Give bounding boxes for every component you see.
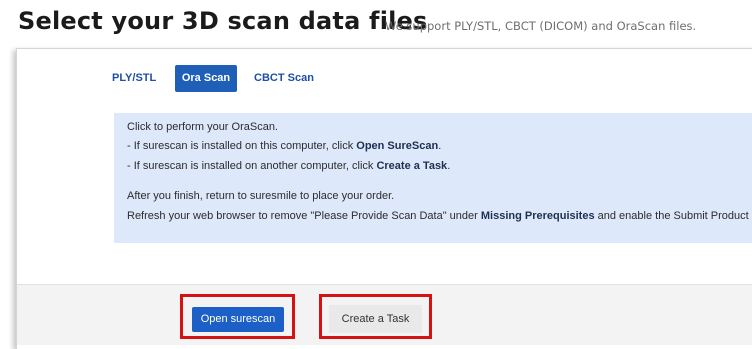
highlight-box-open-surescan xyxy=(180,294,295,339)
info-line-create-task: - If surescan is installed on another co… xyxy=(127,160,450,172)
missing-prerequisites-emphasis: Missing Prerequisites xyxy=(480,210,595,222)
info-text: Refresh your web browser to remove "Plea… xyxy=(127,210,481,222)
info-text: and enable the Submit Product button xyxy=(597,210,752,222)
info-text: . xyxy=(447,160,451,172)
info-line-open-surescan: - If surescan is installed on this compu… xyxy=(127,140,441,152)
tab-cbct-scan[interactable]: CBCT Scan xyxy=(252,65,316,92)
page-subtitle: We support PLY/STL, CBCT (DICOM) and Ora… xyxy=(385,19,697,33)
info-text: - If surescan is installed on another co… xyxy=(127,160,377,172)
info-text: . xyxy=(438,140,442,152)
page-title: Select your 3D scan data files xyxy=(18,7,428,35)
highlight-box-create-task xyxy=(319,294,432,339)
info-line-perform: Click to perform your OraScan. xyxy=(127,121,278,133)
info-line-refresh: Refresh your web browser to remove "Plea… xyxy=(127,210,752,222)
tab-ora-scan[interactable]: Ora Scan xyxy=(175,65,237,92)
info-line-return: After you finish, return to suresmile to… xyxy=(127,190,395,202)
tab-ply-stl[interactable]: PLY/STL xyxy=(112,65,156,92)
info-text: - If surescan is installed on this compu… xyxy=(127,140,357,152)
orascan-info-box: Click to perform your OraScan. - If sure… xyxy=(114,113,752,243)
open-surescan-emphasis: Open SureScan xyxy=(356,140,439,152)
page-header: Select your 3D scan data files We suppor… xyxy=(0,0,752,48)
create-task-emphasis: Create a Task xyxy=(376,160,448,172)
